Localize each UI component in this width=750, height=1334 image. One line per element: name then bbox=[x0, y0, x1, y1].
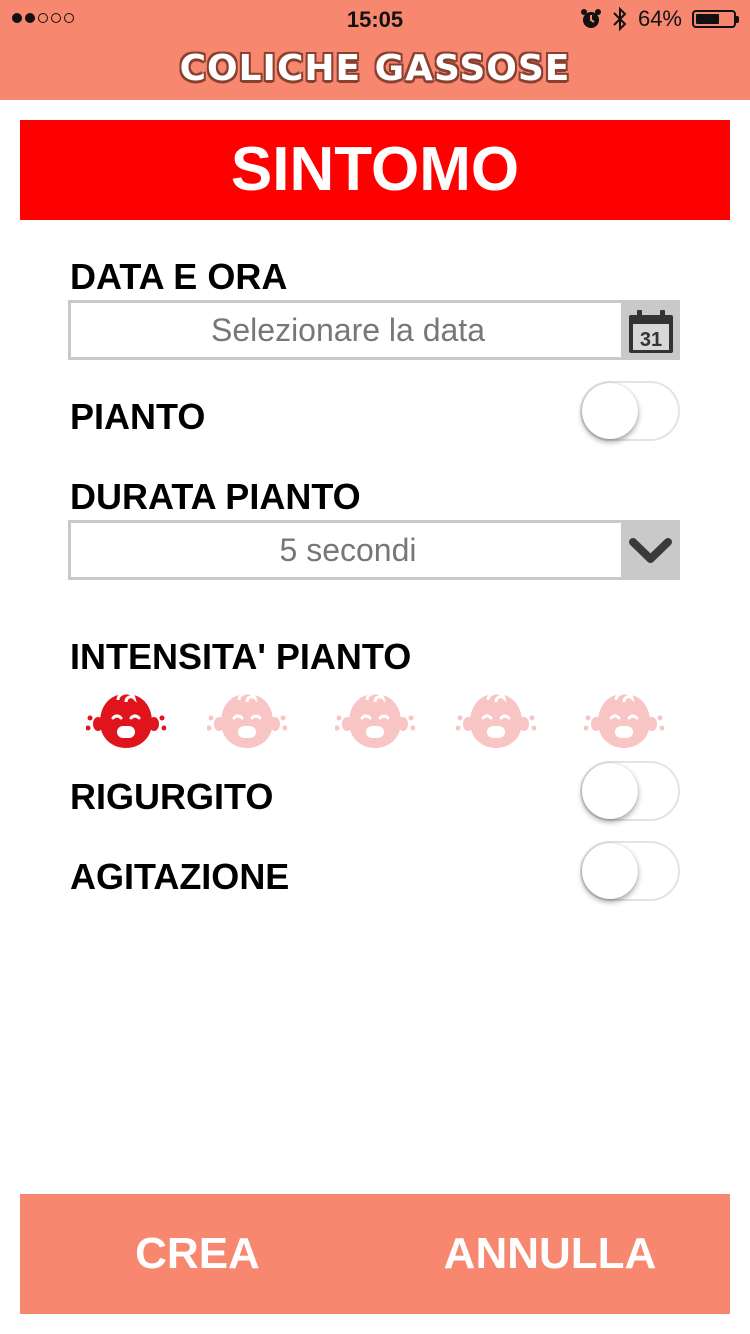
toggle-knob bbox=[582, 843, 638, 899]
calendar-icon: 31 bbox=[629, 310, 673, 353]
battery-fill bbox=[696, 14, 720, 24]
agitation-label: AGITAZIONE bbox=[70, 856, 290, 897]
crying-baby-icon[interactable] bbox=[207, 688, 287, 754]
intensity-rating bbox=[70, 688, 670, 758]
crying-baby-icon[interactable] bbox=[584, 688, 664, 754]
duration-dropdown-button[interactable] bbox=[621, 520, 680, 580]
battery-icon bbox=[692, 10, 739, 28]
crying-toggle[interactable] bbox=[580, 381, 680, 441]
battery-percent: 64% bbox=[637, 6, 682, 31]
crying-baby-icon[interactable] bbox=[456, 688, 536, 754]
toggle-knob bbox=[582, 763, 638, 819]
app-title: COLICHE GASSOSE bbox=[179, 48, 571, 89]
alarm-clock-icon bbox=[580, 9, 601, 28]
toggle-knob bbox=[582, 383, 638, 439]
create-button[interactable]: CREA bbox=[80, 1194, 315, 1314]
page-title: SINTOMO bbox=[20, 120, 730, 220]
crying-label: PIANTO bbox=[70, 396, 206, 437]
bluetooth-icon bbox=[613, 6, 627, 32]
date-field[interactable]: Selezionare la data 31 bbox=[68, 300, 680, 360]
chevron-down-icon bbox=[629, 538, 672, 563]
duration-label: DURATA PIANTO bbox=[70, 476, 361, 517]
date-placeholder: Selezionare la data bbox=[211, 312, 485, 348]
footer-bar: CREA ANNULLA bbox=[20, 1194, 730, 1314]
crying-baby-icon[interactable] bbox=[86, 688, 166, 754]
intensity-label: INTENSITA' PIANTO bbox=[70, 636, 412, 677]
duration-value: 5 secondi bbox=[279, 532, 417, 568]
cancel-button[interactable]: ANNULLA bbox=[420, 1194, 680, 1314]
date-label: DATA E ORA bbox=[70, 256, 288, 297]
calendar-button[interactable]: 31 bbox=[621, 300, 680, 360]
crying-baby-icon[interactable] bbox=[335, 688, 415, 754]
calendar-day: 31 bbox=[640, 329, 662, 351]
regurgitation-label: RIGURGITO bbox=[70, 776, 274, 817]
duration-select[interactable]: 5 secondi bbox=[68, 520, 680, 580]
top-bar: 15:05 64% COLICHE GASSOSE bbox=[0, 0, 750, 100]
agitation-toggle[interactable] bbox=[580, 841, 680, 901]
regurgitation-toggle[interactable] bbox=[580, 761, 680, 821]
status-bar: 15:05 64% bbox=[0, 0, 750, 40]
